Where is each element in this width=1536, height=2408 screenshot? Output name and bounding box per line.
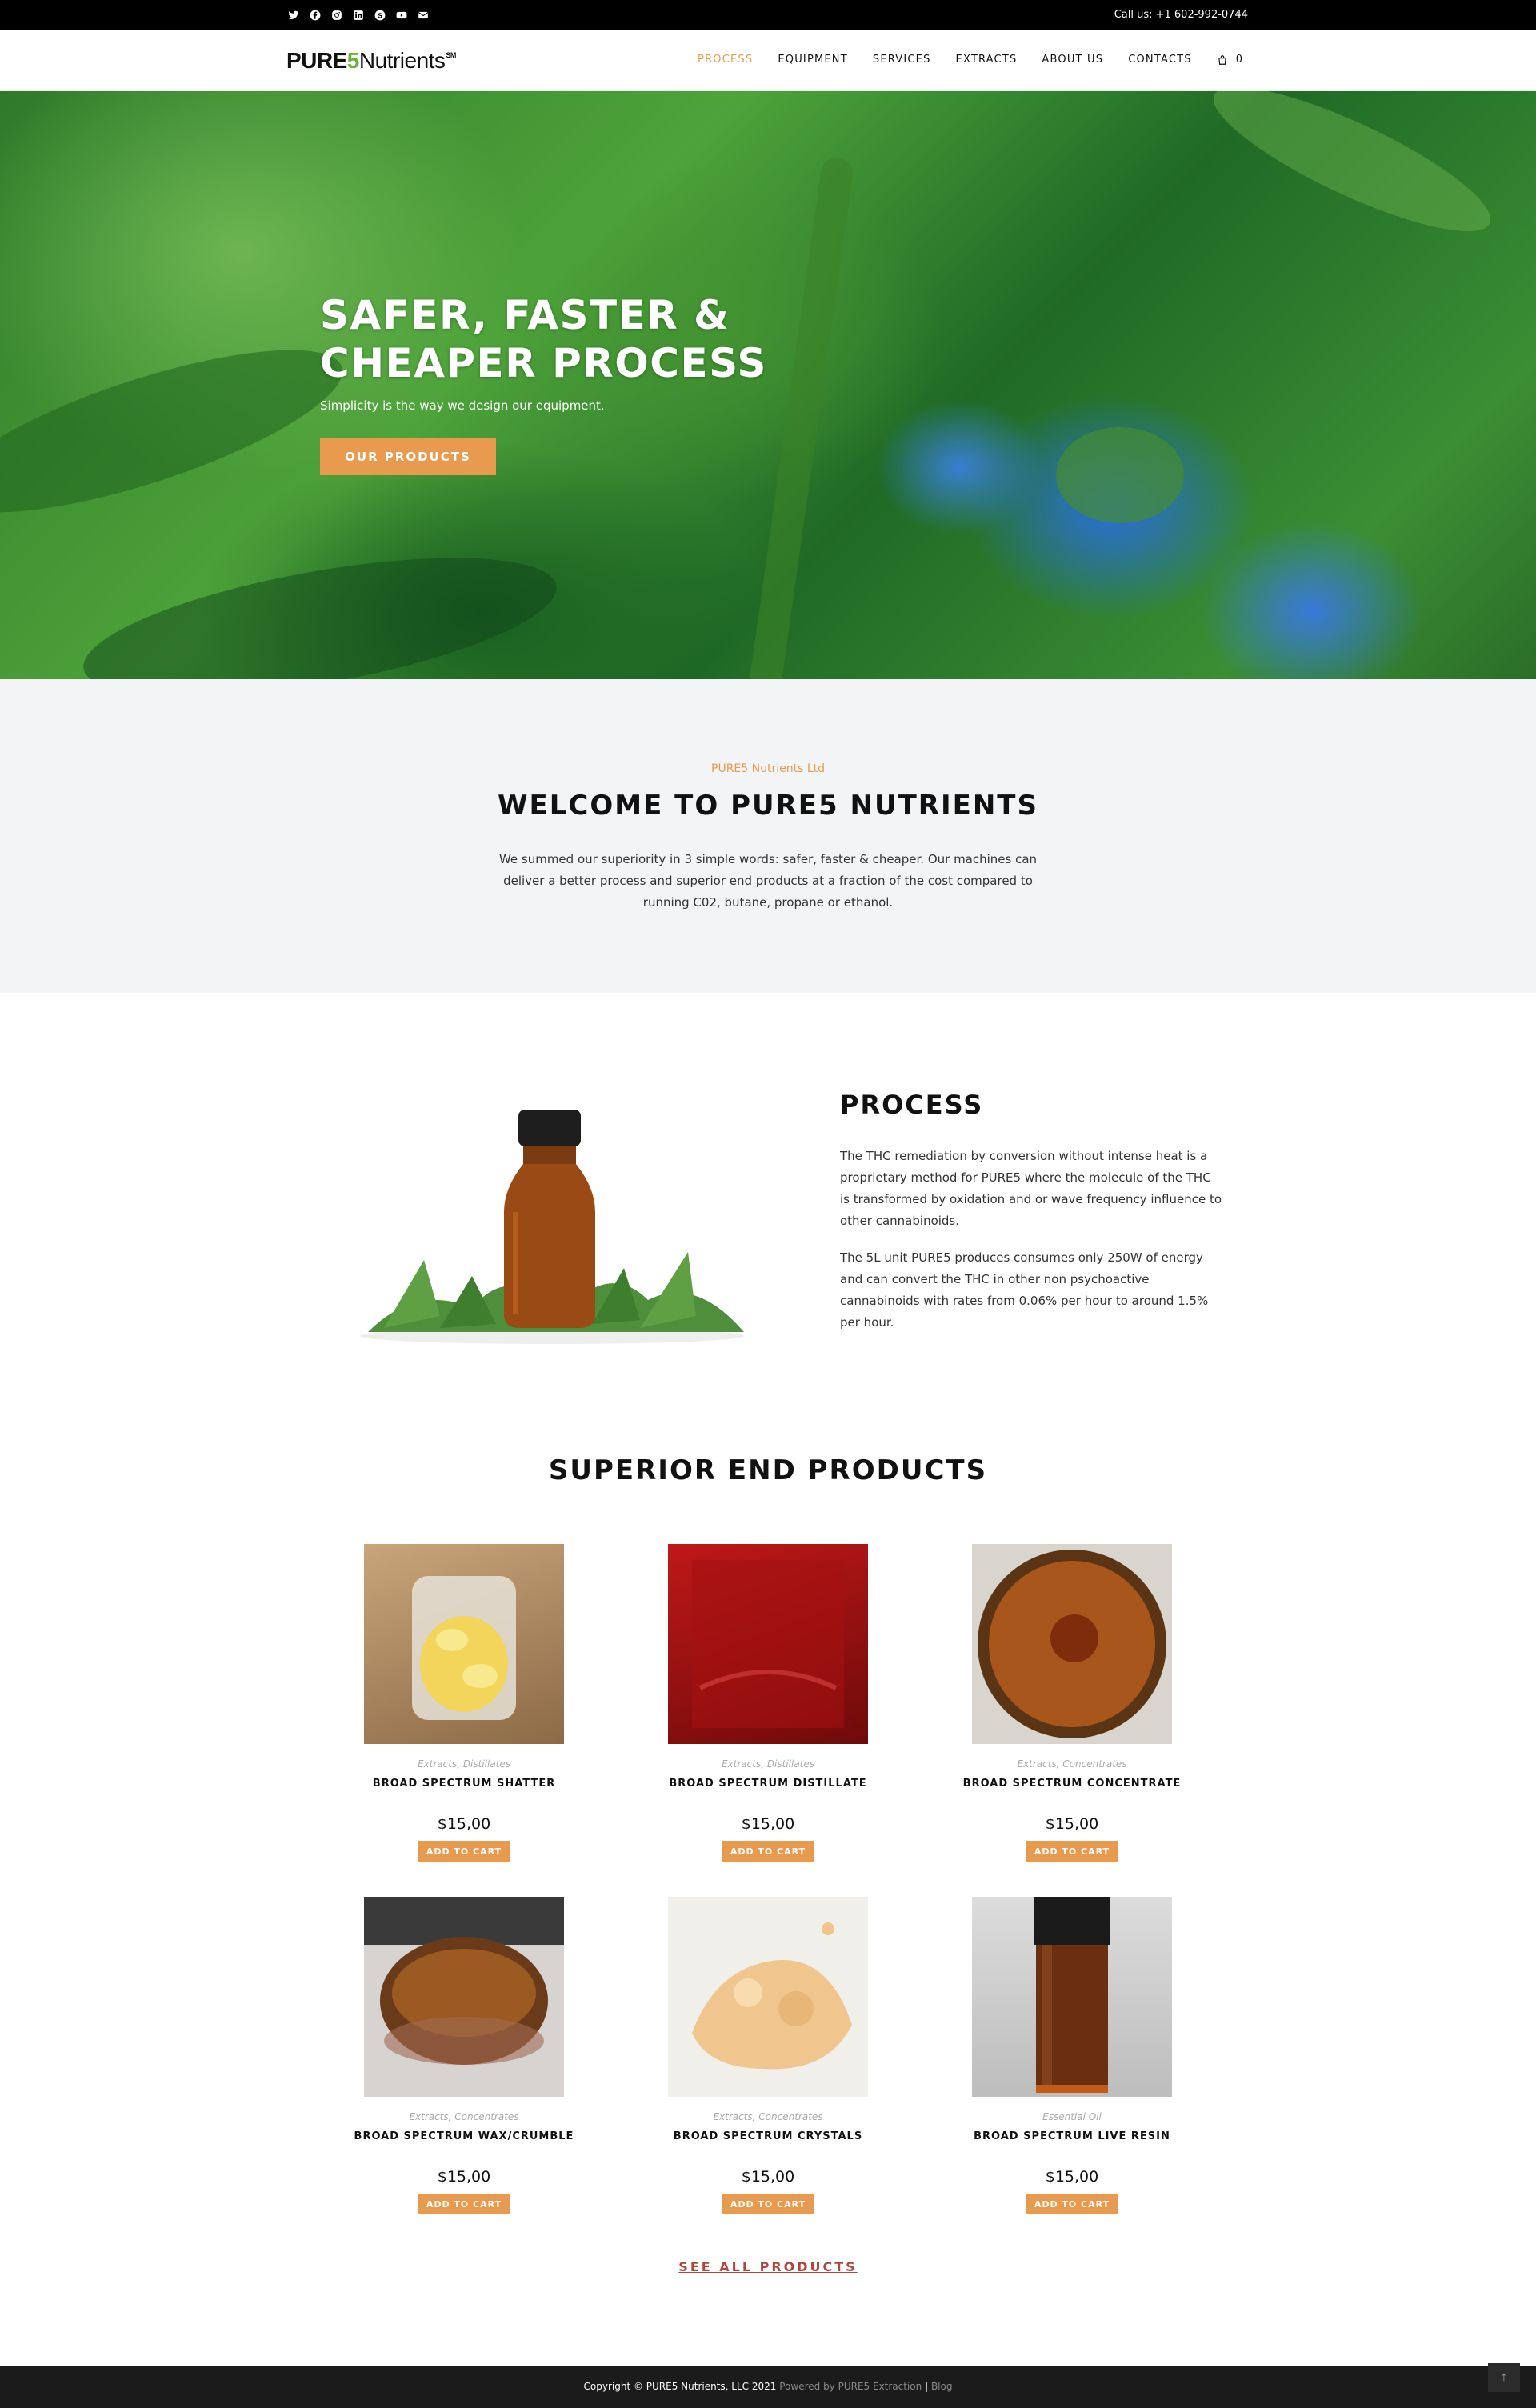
product-image[interactable] bbox=[972, 1897, 1172, 2097]
process-title: PROCESS bbox=[840, 1090, 984, 1120]
hero-title-line-2: CHEAPER PROCESS bbox=[320, 340, 767, 386]
product-card: Extracts, Concentrates BROAD SPECTRUM CR… bbox=[648, 1897, 888, 2214]
logo-pure: PURE bbox=[286, 48, 347, 73]
hero-foliage bbox=[1198, 91, 1506, 257]
product-image[interactable] bbox=[364, 1897, 564, 2097]
product-card: Extracts, Distillates BROAD SPECTRUM SHA… bbox=[344, 1544, 584, 1862]
twitter-icon[interactable] bbox=[286, 8, 301, 22]
product-card: Extracts, Distillates BROAD SPECTRUM DIS… bbox=[648, 1544, 888, 1862]
nav-contacts[interactable]: CONTACTS bbox=[1128, 54, 1192, 66]
product-image[interactable] bbox=[668, 1897, 868, 2097]
nav-about-us[interactable]: ABOUT US bbox=[1042, 54, 1103, 66]
product-categories[interactable]: Extracts, Concentrates bbox=[344, 2111, 584, 2122]
product-name[interactable]: BROAD SPECTRUM CONCENTRATE bbox=[952, 1778, 1192, 1790]
add-to-cart-button[interactable]: ADD TO CART bbox=[418, 2194, 510, 2214]
hero-foliage bbox=[0, 317, 358, 546]
top-bar: Call us: +1 602-992-0744 bbox=[0, 0, 1536, 30]
welcome-title: WELCOME TO PURE5 NUTRIENTS bbox=[498, 790, 1038, 822]
cart-count: 0 bbox=[1235, 54, 1242, 66]
welcome-eyebrow: PURE5 Nutrients Ltd bbox=[711, 762, 825, 775]
product-card: Essential Oil BROAD SPECTRUM LIVE RESIN … bbox=[952, 1897, 1192, 2214]
product-name[interactable]: BROAD SPECTRUM WAX/CRUMBLE bbox=[344, 2130, 584, 2142]
shopping-bag-icon bbox=[1218, 54, 1226, 65]
product-price: $15,00 bbox=[741, 1815, 795, 1833]
process-paragraph-1: The THC remediation by conversion withou… bbox=[840, 1149, 1222, 1228]
main-nav: PROCESS EQUIPMENT SERVICES EXTRACTS ABOU… bbox=[698, 54, 1242, 66]
hero-foliage bbox=[745, 155, 855, 679]
hero-foliage bbox=[1056, 427, 1184, 523]
product-price: $15,00 bbox=[1045, 2168, 1099, 2186]
footer-separator: | bbox=[925, 2381, 929, 2392]
product-price: $15,00 bbox=[741, 2168, 795, 2186]
call-us-text: Call us: +1 602-992-0744 bbox=[1114, 9, 1248, 21]
product-categories[interactable]: Essential Oil bbox=[952, 2111, 1192, 2122]
see-all-products-link[interactable]: SEE ALL PRODUCTS bbox=[0, 2259, 1536, 2274]
hero-subtitle: Simplicity is the way we design our equi… bbox=[320, 398, 605, 413]
cart-link[interactable]: 0 bbox=[1217, 54, 1242, 66]
add-to-cart-button[interactable]: ADD TO CART bbox=[1026, 2194, 1118, 2214]
logo-five: 5 bbox=[346, 48, 360, 73]
footer-blog-link[interactable]: Blog bbox=[931, 2381, 953, 2392]
product-card: Extracts, Concentrates BROAD SPECTRUM CO… bbox=[952, 1544, 1192, 1862]
product-name[interactable]: BROAD SPECTRUM DISTILLATE bbox=[648, 1778, 888, 1790]
youtube-icon[interactable] bbox=[394, 8, 409, 22]
add-to-cart-button[interactable]: ADD TO CART bbox=[722, 2194, 814, 2214]
nav-process[interactable]: PROCESS bbox=[698, 54, 753, 66]
logo-sm: SM bbox=[446, 51, 456, 59]
product-price: $15,00 bbox=[437, 2168, 491, 2186]
facebook-icon[interactable] bbox=[308, 8, 322, 22]
arrow-up-icon: ↑ bbox=[1501, 2370, 1507, 2384]
product-categories[interactable]: Extracts, Distillates bbox=[344, 1758, 584, 1770]
hero-title-line-1: SAFER, FASTER & bbox=[320, 292, 730, 338]
product-image[interactable] bbox=[972, 1544, 1172, 1744]
add-to-cart-button[interactable]: ADD TO CART bbox=[418, 1841, 510, 1862]
product-categories[interactable]: Extracts, Concentrates bbox=[952, 1758, 1192, 1770]
hero-foliage bbox=[74, 530, 566, 679]
instagram-icon[interactable] bbox=[330, 8, 344, 22]
product-price: $15,00 bbox=[437, 1815, 491, 1833]
nav-extracts[interactable]: EXTRACTS bbox=[956, 54, 1018, 66]
product-categories[interactable]: Extracts, Distillates bbox=[648, 1758, 888, 1770]
product-name[interactable]: BROAD SPECTRUM LIVE RESIN bbox=[952, 2130, 1192, 2142]
welcome-text: We summed our superiority in 3 simple wo… bbox=[498, 852, 1038, 910]
products-title: SUPERIOR END PRODUCTS bbox=[548, 1454, 988, 1486]
product-name[interactable]: BROAD SPECTRUM CRYSTALS bbox=[648, 2130, 888, 2142]
logo[interactable]: PURE5NutrientsSM bbox=[286, 48, 456, 74]
product-image[interactable] bbox=[364, 1544, 564, 1744]
footer-powered-link[interactable]: Powered by PURE5 Extraction bbox=[779, 2381, 922, 2392]
skype-icon[interactable] bbox=[373, 8, 387, 22]
welcome-section: PURE5 Nutrients Ltd WELCOME TO PURE5 NUT… bbox=[0, 679, 1536, 993]
add-to-cart-button[interactable]: ADD TO CART bbox=[1026, 1841, 1118, 1862]
add-to-cart-button[interactable]: ADD TO CART bbox=[722, 1841, 814, 1862]
nav-services[interactable]: SERVICES bbox=[873, 54, 931, 66]
process-image bbox=[352, 1100, 752, 1356]
hero-title: SAFER, FASTER & CHEAPER PROCESS bbox=[320, 291, 767, 387]
site-header: PURE5NutrientsSM PROCESS EQUIPMENT SERVI… bbox=[0, 30, 1536, 91]
hero-banner: SAFER, FASTER & CHEAPER PROCESS Simplici… bbox=[0, 91, 1536, 679]
footer-copyright: Copyright © PURE5 Nutrients, LLC 2021 bbox=[583, 2381, 777, 2392]
linkedin-icon[interactable] bbox=[351, 8, 366, 22]
logo-nutrients: Nutrients bbox=[358, 48, 446, 73]
social-links bbox=[286, 8, 430, 22]
product-image[interactable] bbox=[668, 1544, 868, 1744]
our-products-button[interactable]: OUR PRODUCTS bbox=[320, 438, 496, 475]
nav-equipment[interactable]: EQUIPMENT bbox=[778, 54, 848, 66]
scroll-to-top-button[interactable]: ↑ bbox=[1488, 2363, 1520, 2392]
site-footer: Copyright © PURE5 Nutrients, LLC 2021 Po… bbox=[0, 2366, 1536, 2408]
product-categories[interactable]: Extracts, Concentrates bbox=[648, 2111, 888, 2122]
process-paragraph-2: The 5L unit PURE5 produces consumes only… bbox=[840, 1250, 1209, 1330]
product-card: Extracts, Concentrates BROAD SPECTRUM WA… bbox=[344, 1897, 584, 2214]
product-price: $15,00 bbox=[1045, 1815, 1099, 1833]
product-name[interactable]: BROAD SPECTRUM SHATTER bbox=[344, 1778, 584, 1790]
envelope-icon[interactable] bbox=[416, 8, 430, 22]
